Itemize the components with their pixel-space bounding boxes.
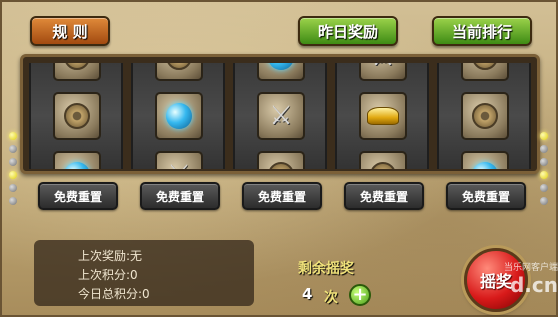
- coin-icon: [461, 63, 509, 81]
- coin-icon: [53, 63, 101, 81]
- remaining-spins-count: 4: [302, 285, 313, 303]
- reset-button-4[interactable]: 免费重置: [344, 182, 424, 210]
- rules-button[interactable]: 规 则: [30, 16, 110, 46]
- yesterday-reward-button[interactable]: 昨日奖励: [298, 16, 398, 46]
- sword-icon: [359, 63, 407, 81]
- today-total-score-text: 今日总积分:0: [78, 287, 150, 301]
- right-indicator-lights: [540, 127, 550, 210]
- last-score-text: 上次积分:0: [78, 268, 138, 282]
- reel-4: [335, 63, 429, 169]
- coin-icon: [461, 92, 509, 140]
- coin-icon: [53, 92, 101, 140]
- current-rank-button[interactable]: 当前排行: [432, 16, 532, 46]
- reel-2: [131, 63, 225, 169]
- orb-icon: [461, 151, 509, 169]
- reel-3: [233, 63, 327, 169]
- reel-1: [29, 63, 123, 169]
- gold-ingot-icon: [359, 92, 407, 140]
- score-info-panel: 上次奖励:无 上次积分:0 今日总积分:0: [34, 240, 254, 306]
- add-spins-icon[interactable]: +: [349, 284, 371, 306]
- orb-icon: [53, 151, 101, 169]
- remaining-spins-label: 剩余摇奖: [298, 261, 354, 277]
- game-screen: 规 则 昨日奖励 当前排行 ⚔ ⚔ ⚔ 免费重置 免费重置 免费重置 免费重置 …: [0, 0, 558, 317]
- reel-5: [437, 63, 531, 169]
- dcn-watermark: 当乐网客户端 d.cn: [503, 263, 558, 297]
- coin-icon: [359, 151, 407, 169]
- sword-icon: [257, 92, 305, 140]
- last-reward-text: 上次奖励:无: [78, 249, 143, 263]
- reset-button-2[interactable]: 免费重置: [140, 182, 220, 210]
- orb-icon: [257, 63, 305, 81]
- left-indicator-lights: [9, 127, 19, 210]
- slot-machine: [9, 54, 548, 205]
- reset-button-3[interactable]: 免费重置: [242, 182, 322, 210]
- orb-icon: [155, 92, 203, 140]
- remaining-spins-unit: 次: [324, 290, 338, 306]
- reset-button-1[interactable]: 免费重置: [38, 182, 118, 210]
- reset-button-5[interactable]: 免费重置: [446, 182, 526, 210]
- coin-icon: [155, 63, 203, 81]
- sword-icon: [155, 151, 203, 169]
- coin-icon: [257, 151, 305, 169]
